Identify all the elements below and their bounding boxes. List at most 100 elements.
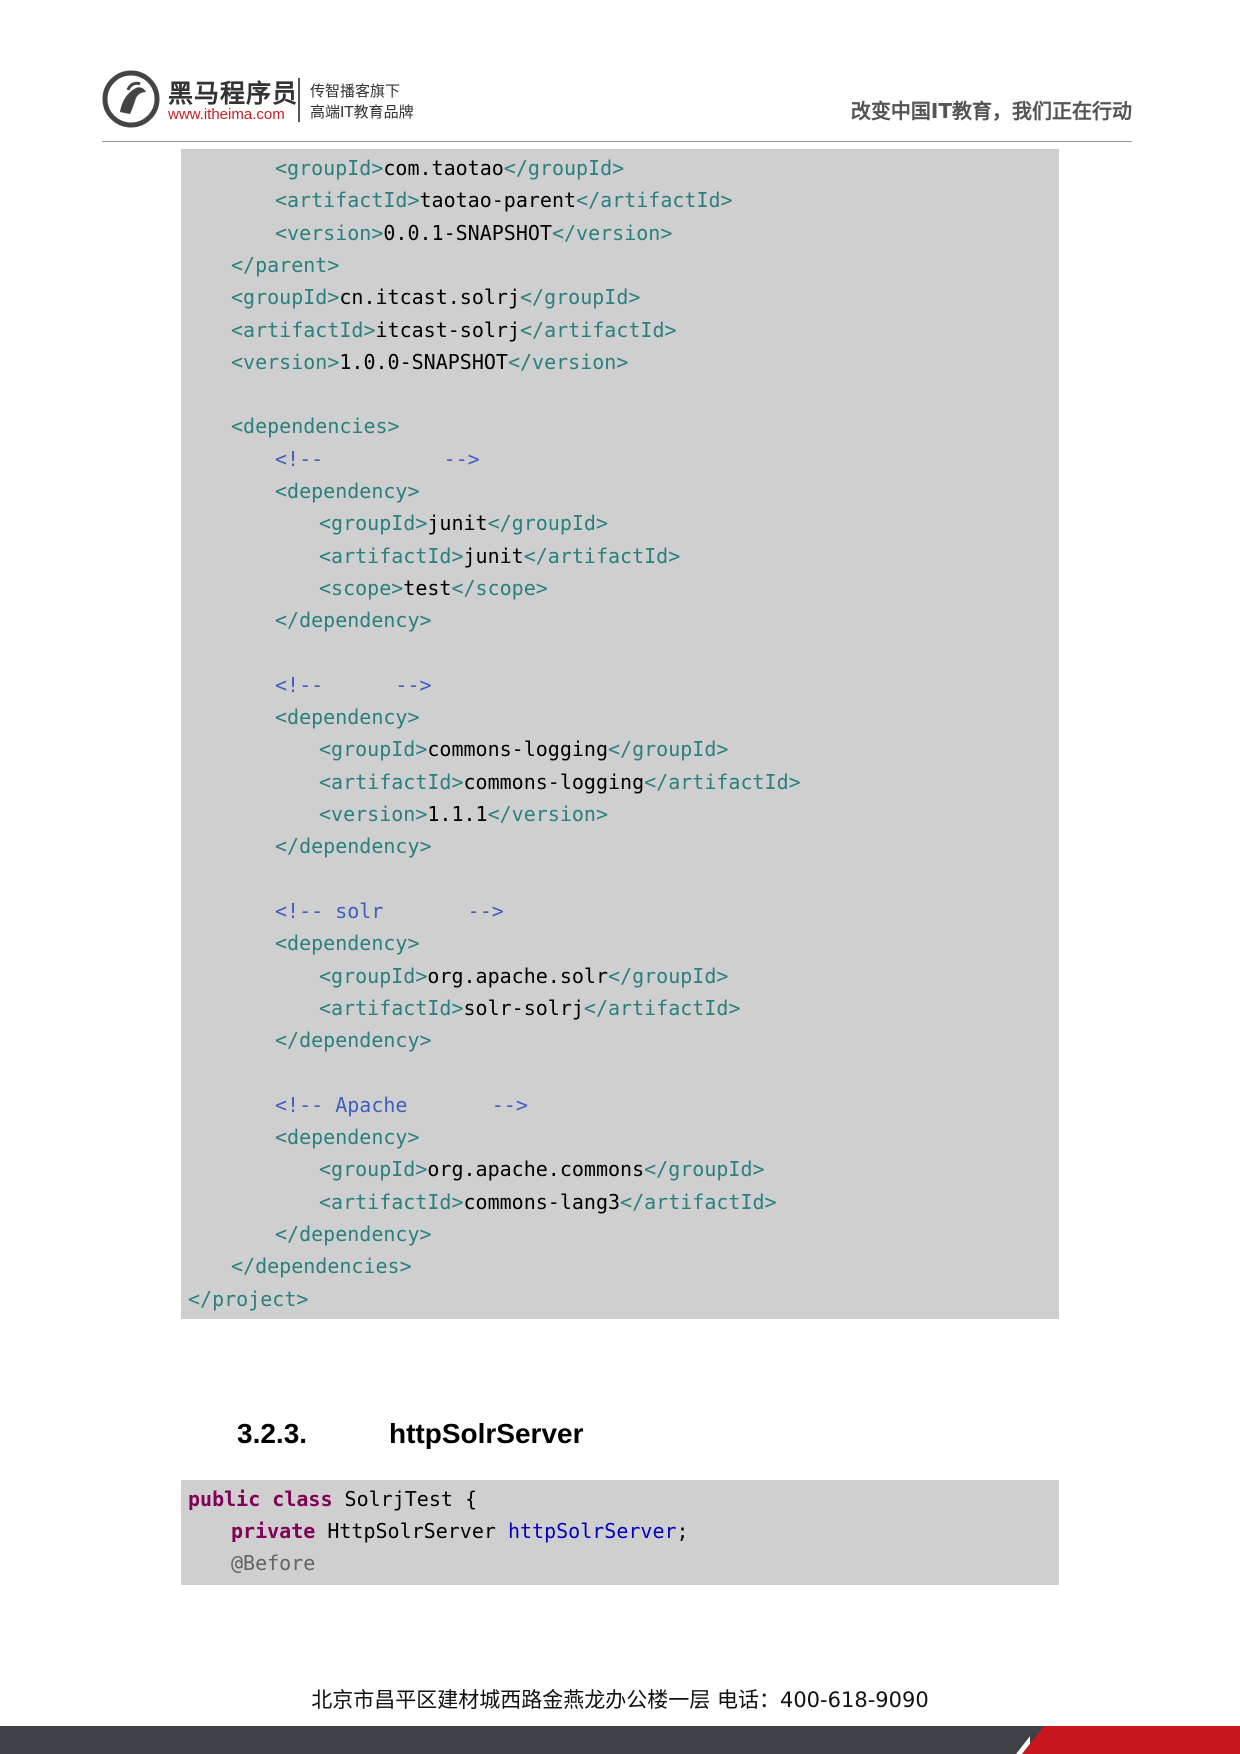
code-token: </project>	[188, 1286, 309, 1311]
code-token: test	[403, 575, 452, 600]
code-token: commons-logging	[427, 737, 608, 762]
code-token: <dependency>	[275, 705, 420, 730]
code-token: </dependency>	[275, 1028, 432, 1053]
code-token: </groupId>	[644, 1157, 765, 1182]
code-line: <dependency>	[275, 927, 420, 959]
code-token: </groupId>	[487, 511, 609, 536]
code-token: <version>	[319, 802, 428, 826]
code-token: </scope>	[451, 575, 548, 600]
section-number: 3.2.3.	[237, 1418, 308, 1449]
code-token: <groupId>	[319, 963, 428, 988]
header-tagline: 改变中国IT教育，我们正在行动	[850, 99, 1132, 123]
code-token: </groupId>	[608, 963, 729, 988]
code-token: org.apache.solr	[427, 963, 608, 988]
code-token: <dependencies>	[231, 414, 400, 439]
code-line: <!-- solr -->	[275, 895, 504, 927]
code-token: junit	[427, 511, 488, 536]
code-line: <version>1.0.0-SNAPSHOT</version>	[231, 346, 628, 378]
code-line: </dependency>	[275, 1218, 432, 1250]
code-token: </version>	[507, 349, 629, 374]
brand-name: 黑马程序员	[168, 79, 299, 108]
code-token: </dependency>	[275, 1221, 432, 1246]
code-token: org.apache.commons	[427, 1157, 645, 1182]
code-token: </dependency>	[275, 608, 432, 633]
code-token: private	[231, 1519, 316, 1543]
code-token: 0.0.1-SNAPSHOT	[383, 220, 552, 245]
code-token: </groupId>	[608, 737, 729, 762]
code-line: <dependency>	[275, 475, 420, 507]
code-line: <artifactId>solr-solrj</artifactId>	[319, 992, 740, 1024]
code-token: <version>	[231, 349, 340, 374]
slogan-line-2: 高端IT教育品牌	[310, 103, 414, 121]
code-line: public class SolrjTest {	[188, 1483, 477, 1515]
code-token: httpSolrServer	[507, 1519, 677, 1543]
code-token: public	[188, 1487, 261, 1511]
code-token: <scope>	[319, 575, 404, 600]
code-token: <!-- -->	[275, 672, 432, 697]
brand-logo: 黑马程序员 www.itheima.com 传智播客旗下 高端IT教育品牌	[102, 68, 442, 132]
code-token: commons-logging	[463, 769, 645, 794]
code-token: SolrjTest {	[332, 1487, 478, 1511]
code-token: <artifactId>	[319, 543, 464, 568]
code-line: </parent>	[231, 249, 339, 281]
code-token: class	[272, 1487, 333, 1511]
code-token: <!-- -->	[275, 446, 480, 471]
code-token: ;	[676, 1519, 689, 1543]
code-token: </dependencies>	[231, 1254, 412, 1279]
code-line: @Before	[231, 1547, 315, 1579]
code-line: </dependency>	[275, 1024, 432, 1056]
code-token: solr-solrj	[463, 995, 584, 1020]
code-token: <groupId>	[319, 1157, 428, 1182]
code-line: <artifactId>junit</artifactId>	[319, 540, 680, 572]
code-line: <version>1.1.1</version>	[319, 798, 608, 830]
code-token: </version>	[487, 802, 609, 826]
code-token: <!-- Apache -->	[275, 1092, 528, 1117]
java-code-block: public class SolrjTest {private HttpSolr…	[181, 1480, 1059, 1585]
code-token: com.taotao	[383, 156, 504, 180]
code-token: 1.1.1	[427, 802, 488, 826]
footer-accent-stripe	[1022, 1726, 1240, 1754]
code-token: </artifactId>	[583, 995, 741, 1020]
code-line: <artifactId>itcast-solrj</artifactId>	[231, 314, 677, 346]
code-line: <groupId>org.apache.solr</groupId>	[319, 960, 728, 992]
code-line: <!-- -->	[275, 443, 480, 475]
code-token: 1.0.0-SNAPSHOT	[339, 349, 508, 374]
code-line: <artifactId>taotao-parent</artifactId>	[275, 184, 733, 216]
code-token: </version>	[551, 220, 673, 245]
code-line: <groupId>commons-logging</groupId>	[319, 733, 728, 765]
code-line: <groupId>com.taotao</groupId>	[275, 152, 624, 184]
code-line: </dependency>	[275, 604, 432, 636]
code-token: </artifactId>	[520, 317, 677, 342]
code-line: <groupId>cn.itcast.solrj</groupId>	[231, 281, 640, 313]
code-token: <dependency>	[275, 1125, 420, 1149]
code-token: <dependency>	[275, 479, 420, 503]
code-line: </dependencies>	[231, 1250, 412, 1282]
code-token: itcast-solrj	[375, 317, 521, 342]
code-token: </artifactId>	[644, 769, 801, 794]
code-token: commons-lang3	[463, 1189, 621, 1214]
code-token: <groupId>	[231, 285, 340, 310]
code-token: </dependency>	[275, 834, 432, 859]
code-line: <groupId>junit</groupId>	[319, 507, 608, 539]
code-token: </artifactId>	[620, 1189, 777, 1214]
footer-address: 北京市昌平区建材城西路金燕龙办公楼一层 电话：400-618-9090	[311, 1688, 929, 1712]
xml-code-block: <groupId>com.taotao</groupId> <artifactId…	[181, 149, 1059, 1319]
code-line: <!-- -->	[275, 669, 432, 701]
code-line: <groupId>org.apache.commons</groupId>	[319, 1153, 765, 1185]
code-line: <dependencies>	[231, 410, 400, 442]
code-token: @Before	[231, 1551, 316, 1575]
code-token: <groupId>	[275, 156, 384, 180]
code-token: <artifactId>	[275, 188, 420, 213]
code-line: <dependency>	[275, 701, 420, 733]
code-line: private HttpSolrServer httpSolrServer;	[231, 1515, 689, 1547]
code-token: </artifactId>	[523, 543, 681, 568]
code-token: </groupId>	[503, 156, 625, 180]
code-token: <artifactId>	[231, 317, 376, 342]
code-token: </groupId>	[520, 285, 641, 310]
code-line: </project>	[188, 1283, 308, 1315]
code-token: cn.itcast.solrj	[339, 285, 520, 310]
code-token: <groupId>	[319, 737, 428, 762]
code-token: <artifactId>	[319, 1189, 464, 1214]
slogan-line-1: 传智播客旗下	[310, 82, 401, 100]
